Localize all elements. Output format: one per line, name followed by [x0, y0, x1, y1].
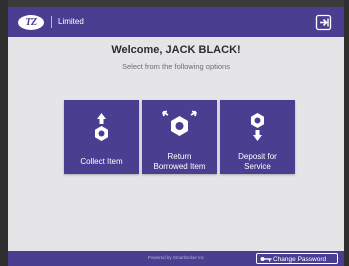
logout-icon [315, 14, 332, 31]
company-logo: TZ [18, 15, 44, 30]
return-borrowed-item-button[interactable]: Return Borrowed Item [142, 100, 217, 174]
kiosk-screen: TZ Limited Welcome, JACK BLACK! Select f… [8, 7, 344, 266]
change-password-button[interactable]: Change Password [256, 253, 338, 264]
return-item-label-line2: Borrowed Item [153, 162, 206, 171]
change-password-label: Change Password [273, 256, 327, 263]
collect-item-button[interactable]: Collect Item [64, 100, 139, 174]
brand-name: Limited [51, 16, 84, 28]
instructions-text: Select from the following options [122, 62, 230, 71]
collect-item-label: Collect Item [80, 157, 123, 166]
return-item-label-line1: Return [167, 152, 192, 161]
key-icon [260, 257, 272, 262]
device-frame-left [0, 0, 8, 266]
deposit-label-line2: Service [244, 162, 271, 171]
top-bar: TZ Limited [8, 7, 344, 37]
logout-button[interactable] [315, 14, 332, 31]
bottom-bar: Powered by Smartlocker Inc Change Passwo… [8, 251, 344, 266]
welcome-heading: Welcome, JACK BLACK! [111, 44, 241, 56]
device-frame-right [344, 0, 349, 266]
deposit-for-service-button[interactable]: Deposit for Service [220, 100, 295, 174]
deposit-label-line1: Deposit for [238, 152, 277, 161]
